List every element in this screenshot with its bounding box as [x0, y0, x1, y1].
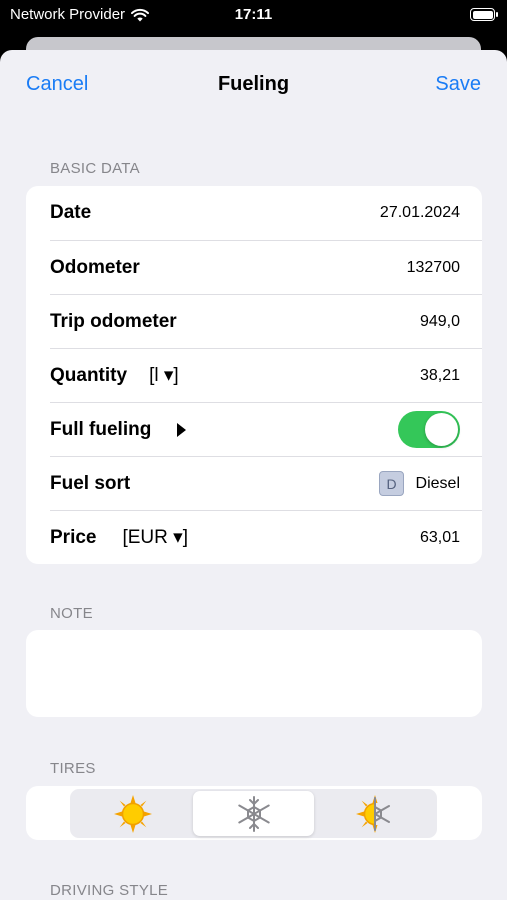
price-row[interactable]: Price [EUR ▾] 63,01	[50, 510, 482, 564]
odometer-value[interactable]: 132700	[407, 259, 460, 277]
fuel-type-badge: D	[379, 471, 404, 496]
summer-sun-icon	[113, 794, 152, 833]
quantity-value[interactable]: 38,21	[420, 367, 460, 385]
quantity-label: Quantity	[50, 364, 128, 386]
full-fueling-label: Full fueling	[50, 418, 152, 440]
full-fueling-row: Full fueling	[50, 402, 482, 456]
fueling-sheet: Cancel Fueling Save BASIC DATA Date 27.0…	[0, 50, 507, 900]
quantity-unit-dropdown[interactable]: [l ▾]	[149, 364, 179, 387]
disclosure-triangle-icon[interactable]	[177, 422, 187, 437]
nav-bar: Cancel Fueling Save	[0, 50, 507, 118]
tire-option-winter[interactable]	[193, 791, 314, 836]
currency-dropdown[interactable]: [EUR ▾]	[122, 526, 188, 549]
quantity-row[interactable]: Quantity [l ▾] 38,21	[50, 348, 482, 402]
all-season-icon	[355, 794, 390, 833]
trip-odometer-value[interactable]: 949,0	[420, 313, 460, 331]
battery-icon	[470, 8, 498, 21]
page-title: Fueling	[217, 73, 290, 95]
note-input[interactable]	[26, 630, 482, 717]
tire-option-summer[interactable]	[72, 791, 193, 836]
price-label: Price	[50, 526, 97, 548]
tires-group	[26, 786, 482, 840]
fuel-sort-value[interactable]: Diesel	[416, 475, 460, 493]
date-value[interactable]: 27.01.2024	[380, 204, 460, 222]
status-time: 17:11	[234, 6, 273, 23]
price-value[interactable]: 63,01	[420, 529, 460, 547]
basic-data-group: Date 27.01.2024 Odometer 132700 Trip odo…	[26, 186, 482, 564]
driving-style-header: DRIVING STYLE	[50, 882, 169, 899]
fuel-sort-label: Fuel sort	[50, 472, 131, 494]
odometer-row[interactable]: Odometer 132700	[50, 240, 482, 294]
save-button[interactable]: Save	[435, 73, 481, 96]
status-bar: Network Provider 17:11	[0, 0, 507, 30]
basic-data-header: BASIC DATA	[50, 160, 140, 177]
winter-snowflake-icon	[237, 795, 270, 832]
trip-odometer-label: Trip odometer	[50, 310, 177, 332]
date-label: Date	[50, 202, 92, 223]
tire-option-all-season[interactable]	[314, 791, 435, 836]
note-header: NOTE	[50, 605, 93, 622]
odometer-label: Odometer	[50, 256, 140, 278]
fuel-sort-row[interactable]: Fuel sort D Diesel	[50, 456, 482, 510]
trip-odometer-row[interactable]: Trip odometer 949,0	[50, 294, 482, 348]
full-fueling-toggle[interactable]	[398, 411, 460, 448]
tires-segmented-control	[70, 789, 437, 838]
date-row[interactable]: Date 27.01.2024	[50, 186, 482, 240]
tires-header: TIRES	[50, 760, 96, 777]
